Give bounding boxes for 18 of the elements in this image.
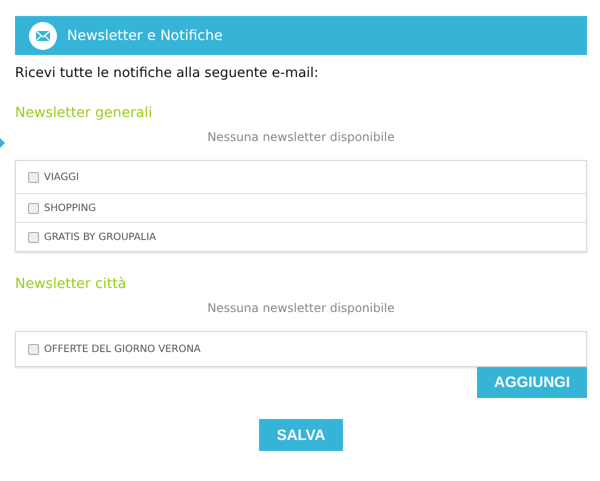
checkbox[interactable] (28, 202, 39, 214)
newsletter-label: SHOPPING (44, 202, 96, 214)
checkbox[interactable] (28, 232, 39, 242)
envelope-icon (29, 22, 57, 50)
section-title: Newsletter città (15, 276, 128, 292)
save-button[interactable]: SALVA (258, 419, 344, 451)
checkbox[interactable] (28, 172, 39, 182)
empty-message: Nessuna newsletter disponibile (206, 301, 396, 315)
checkbox[interactable] (28, 344, 39, 354)
section-title: Newsletter generali (15, 105, 154, 121)
newsletter-label: GRATIS BY GROUPALIA (44, 232, 156, 242)
header-title: Newsletter e Notifiche (67, 28, 223, 44)
email-notice: Ricevi tutte le notifiche alla seguente e-mail: (15, 65, 320, 81)
empty-message: Nessuna newsletter disponibile (206, 130, 396, 144)
add-button[interactable]: AGGIUNGI (477, 367, 587, 398)
newsletter-label: OFFERTE DEL GIORNO VERONA (44, 344, 201, 354)
newsletter-label: VIAGGI (44, 172, 79, 182)
triangle-icon (0, 138, 5, 148)
